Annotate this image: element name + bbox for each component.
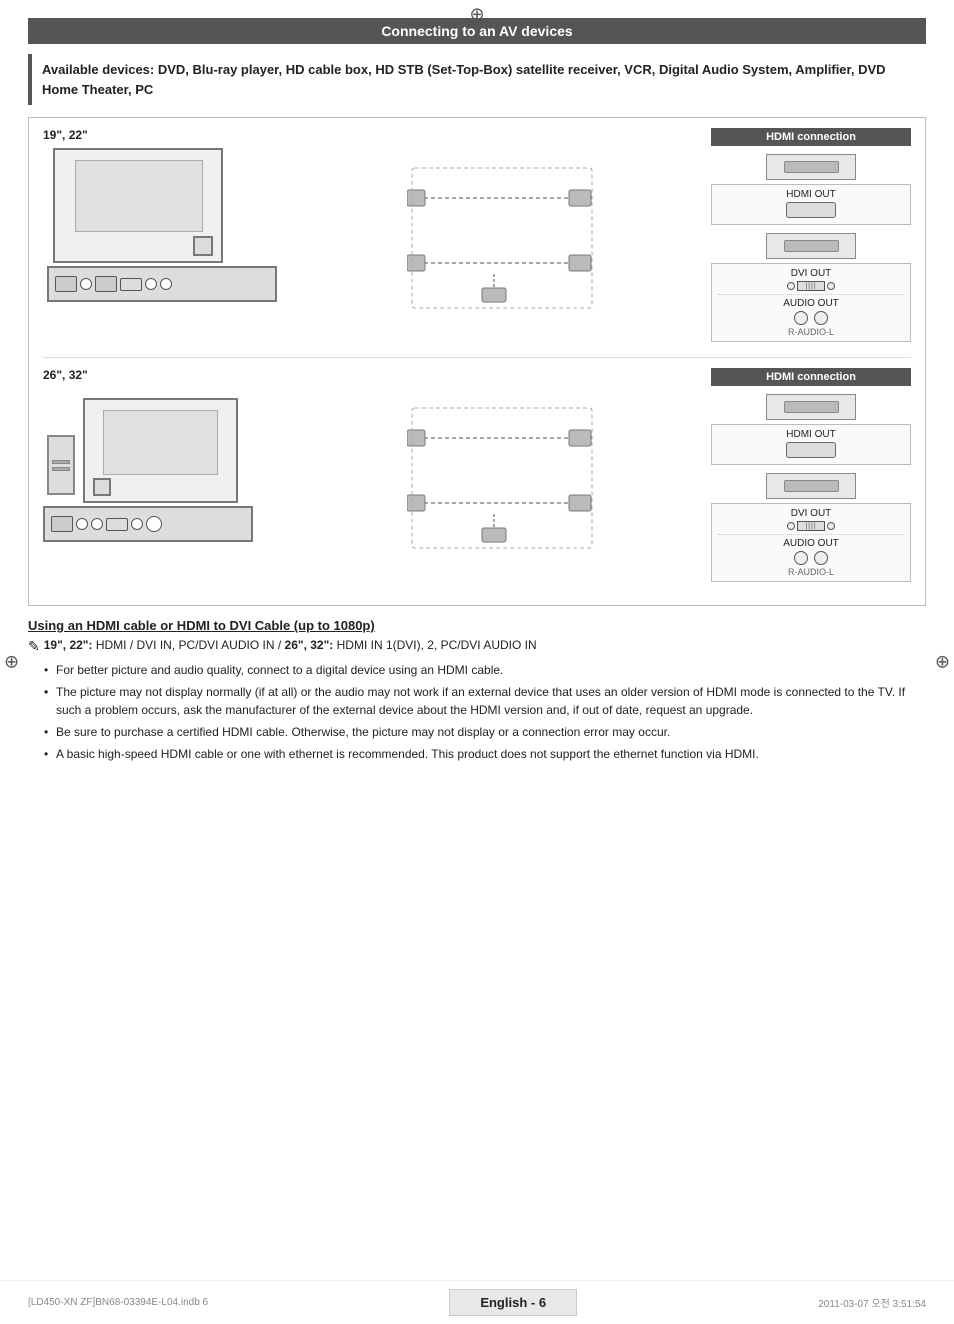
bullet-3: The picture may not display normally (if… — [44, 683, 926, 719]
circle-port-2632-3 — [131, 518, 143, 530]
vga-port-1 — [120, 278, 142, 291]
audio-circle-r-2632 — [794, 551, 808, 565]
dvi-rect-1922: |||| — [797, 281, 825, 291]
diagram-area: 19", 22" — [28, 117, 926, 606]
tv-drawing-2632 — [83, 398, 238, 503]
dvd-device-1922 — [766, 154, 856, 180]
reg-mark-top: ⊕ — [469, 4, 484, 25]
hdmi-out-box-2632: HDMI OUT — [711, 424, 911, 465]
dvi-lines-1922: |||| — [805, 283, 816, 290]
hdmi-slot-2632 — [784, 401, 839, 413]
audio-out-label-2632: AUDIO OUT — [718, 538, 904, 549]
circle-port-1 — [80, 278, 92, 290]
dvi-out-box-2632: DVI OUT |||| AUDIO OUT R-AUDIO-L — [711, 503, 911, 582]
audio-circle-r-1922 — [794, 311, 808, 325]
audio-circle-l-2632 — [814, 551, 828, 565]
hdmi-port-2632-1 — [51, 516, 73, 532]
hdmi-slot2-1922 — [784, 240, 839, 252]
footer-file-info: [LD450-XN ZF]BN68-03394E-L04.indb 6 — [28, 1297, 208, 1308]
r-audio-l-2632: R-AUDIO-L — [718, 567, 904, 577]
side-device-2632 — [47, 435, 75, 495]
bullet-4: Be sure to purchase a certified HDMI cab… — [44, 723, 926, 741]
ref-label-2632: 26", 32": — [285, 638, 334, 652]
circle-port-2 — [145, 278, 157, 290]
diagram-section-1922: 19", 22" — [43, 128, 911, 347]
audio-circles-2632 — [718, 551, 904, 565]
hdmi-out-port-2632 — [786, 442, 836, 458]
circle-port-3 — [160, 278, 172, 290]
circle-port-2632-1 — [76, 518, 88, 530]
notes-section: Using an HDMI cable or HDMI to DVI Cable… — [28, 618, 926, 763]
dvd-device-2632 — [766, 394, 856, 420]
connector-strip-2632 — [43, 506, 253, 542]
notes-ref-text: 19", 22": HDMI / DVI IN, PC/DVI AUDIO IN… — [44, 638, 537, 652]
ref-slash: / — [278, 638, 285, 652]
dvi-circle-left-2632 — [787, 522, 795, 530]
hdmi-out-label-2632: HDMI OUT — [718, 429, 904, 440]
ref-label-1922: 19", 22": — [44, 638, 93, 652]
footer-page-number: English - 6 — [449, 1289, 577, 1316]
tv-screen-1922 — [75, 160, 203, 232]
diagram-section-2632: 26", 32" — [43, 368, 911, 587]
device-connectors-1922: HDMI connection HDMI OUT — [711, 128, 911, 347]
tv-side-1922: 19", 22" — [43, 128, 303, 347]
dvi-out-box-1922: DVI OUT |||| AUDIO OUT R-AUDIO-L — [711, 263, 911, 342]
dvi-circle-right-2632 — [827, 522, 835, 530]
audio-out-label-1922: AUDIO OUT — [718, 298, 904, 309]
hdmi-slot2-2632 — [784, 480, 839, 492]
tv-size-label-1922: 19", 22" — [43, 128, 303, 142]
footer-timestamp: 2011-03-07 오전 3:51:54 — [818, 1295, 926, 1310]
dvi-port-1922: |||| — [718, 281, 904, 291]
ref-text-2632: HDMI IN 1(DVI), 2, PC/DVI AUDIO IN — [337, 638, 537, 652]
audio-circle-l-1922 — [814, 311, 828, 325]
reg-mark-right: ⊕ — [935, 652, 950, 673]
bullet-list: For better picture and audio quality, co… — [28, 661, 926, 763]
reg-mark-left: ⊕ — [4, 652, 19, 673]
cable-svg-1922 — [407, 158, 607, 318]
hdmi-connection-label-2632: HDMI connection — [711, 368, 911, 386]
dvi-rect-2632: |||| — [797, 521, 825, 531]
connector-strip-1922 — [47, 266, 277, 302]
dvd-device2-1922 — [766, 233, 856, 259]
cable-area-1922 — [303, 128, 711, 347]
tv-drawing-1922 — [53, 148, 223, 263]
bullet-5: A basic high-speed HDMI cable or one wit… — [44, 745, 926, 763]
dvd-device2-2632 — [766, 473, 856, 499]
tv-side-2632: 26", 32" — [43, 368, 303, 587]
tv-size-label-2632: 26", 32" — [43, 368, 303, 382]
dvi-out-label-1922: DVI OUT — [718, 268, 904, 279]
audio-circles-1922 — [718, 311, 904, 325]
device-connectors-2632: HDMI connection HDMI OUT DVI OUT — [711, 368, 911, 587]
notes-title: Using an HDMI cable or HDMI to DVI Cable… — [28, 618, 926, 633]
hdmi-slot-1922 — [784, 161, 839, 173]
dvi-port-2632: |||| — [718, 521, 904, 531]
r-audio-l-1922: R-AUDIO-L — [718, 327, 904, 337]
notes-ref: ✎ 19", 22": HDMI / DVI IN, PC/DVI AUDIO … — [28, 638, 926, 655]
tv-screen-2632 — [103, 410, 218, 475]
hdmi-port-1 — [55, 276, 77, 292]
available-devices-note: Available devices: DVD, Blu-ray player, … — [28, 54, 926, 105]
hdmi-connection-label-1922: HDMI connection — [711, 128, 911, 146]
footer: [LD450-XN ZF]BN68-03394E-L04.indb 6 Engl… — [0, 1280, 954, 1324]
circle-port-2632-4 — [146, 516, 162, 532]
ref-text-1922: HDMI / DVI IN, PC/DVI AUDIO IN — [96, 638, 275, 652]
hdmi-out-box-1922: HDMI OUT — [711, 184, 911, 225]
section-divider — [43, 357, 911, 358]
bullet-1: For better picture and audio quality, co… — [44, 661, 926, 679]
tv-stand-2632 — [93, 478, 111, 496]
cable-svg-2632 — [407, 398, 607, 558]
hdmi-out-label-1922: HDMI OUT — [718, 189, 904, 200]
circle-port-2632-2 — [91, 518, 103, 530]
dvi-out-label-2632: DVI OUT — [718, 508, 904, 519]
hdmi-port-2 — [95, 276, 117, 292]
dvi-circle-left-1922 — [787, 282, 795, 290]
tv-stand-1922 — [193, 236, 213, 256]
cable-area-2632 — [303, 368, 711, 587]
vga-port-2632 — [106, 518, 128, 531]
hdmi-out-port-1922 — [786, 202, 836, 218]
dvi-lines-2632: |||| — [805, 523, 816, 530]
notes-ref-icon: ✎ — [28, 638, 40, 655]
dvi-circle-right-1922 — [827, 282, 835, 290]
